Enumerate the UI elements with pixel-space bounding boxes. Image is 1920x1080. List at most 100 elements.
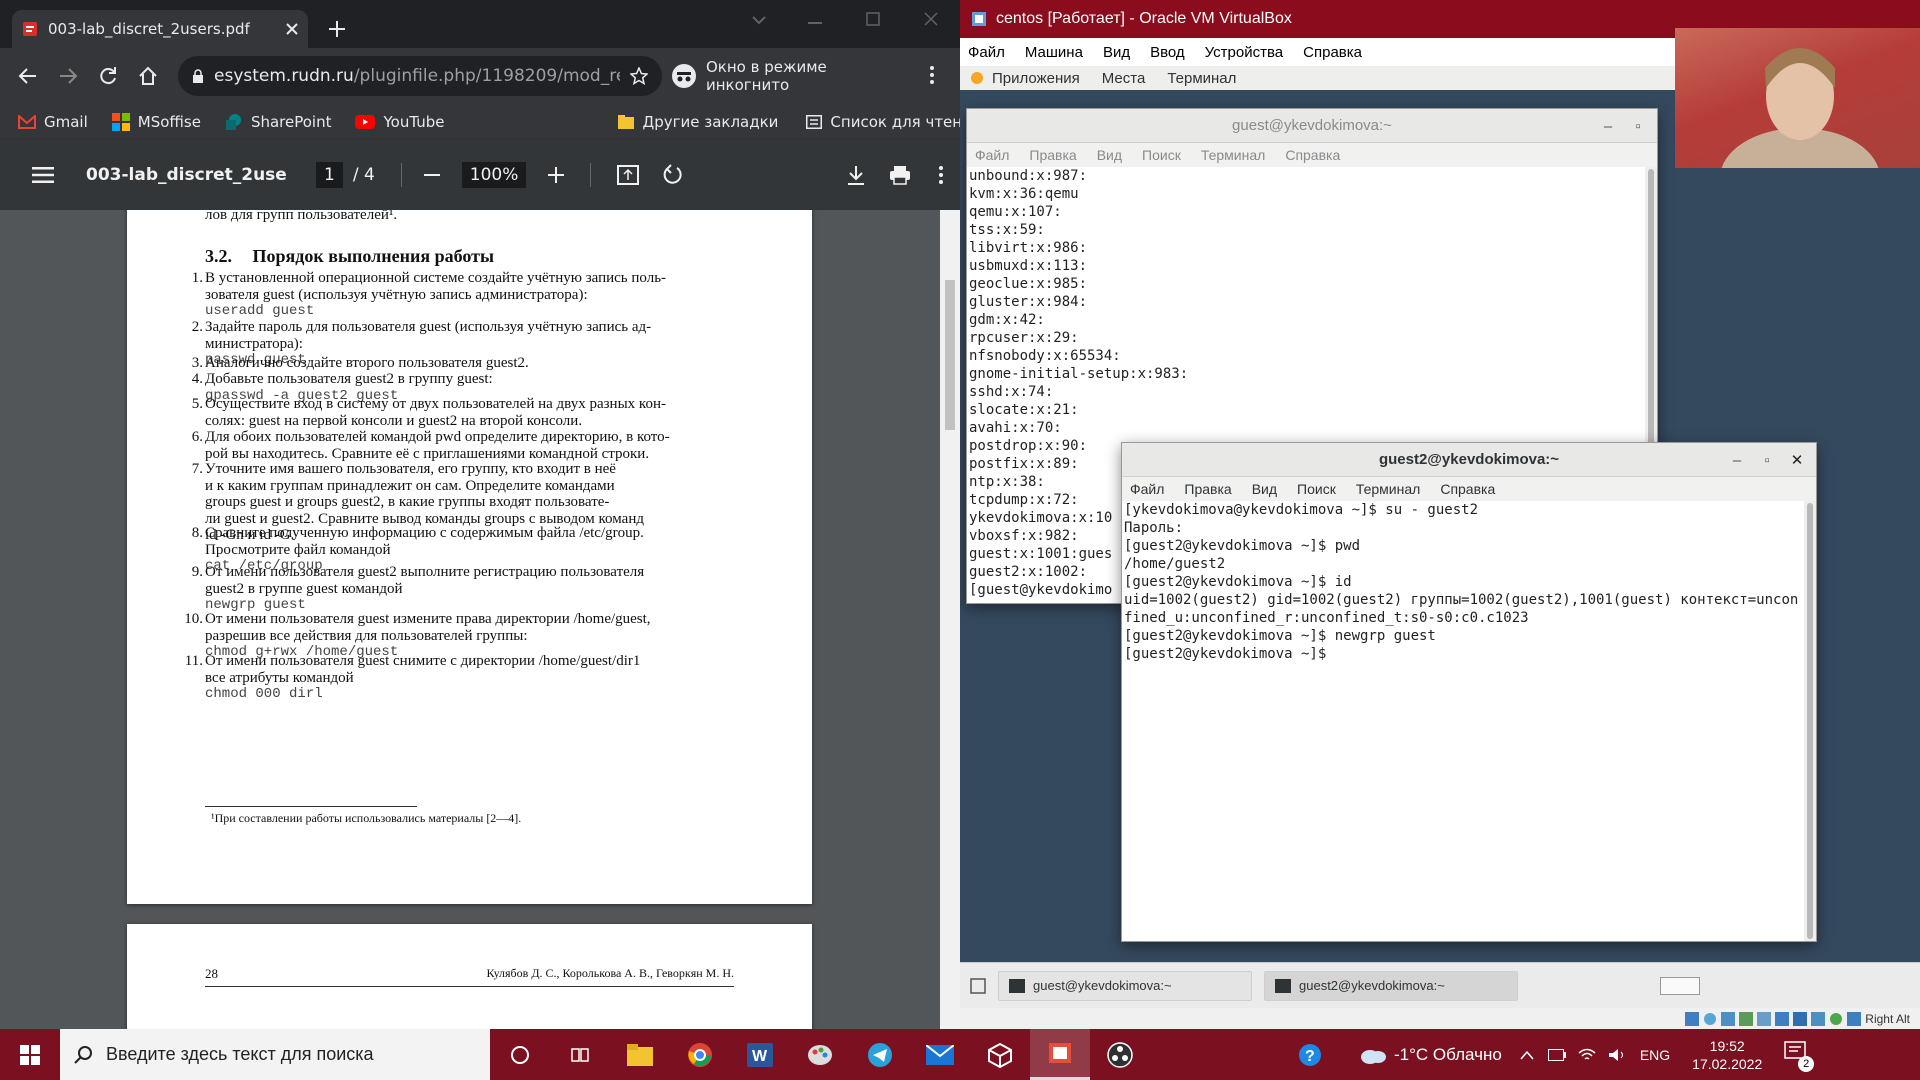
rotate-icon[interactable]: [661, 164, 683, 186]
word-icon[interactable]: W: [730, 1029, 790, 1080]
term-menu-file[interactable]: Файл: [1130, 481, 1164, 497]
language-indicator[interactable]: ENG: [1640, 1047, 1670, 1063]
page-number-input[interactable]: 1: [316, 162, 343, 188]
start-button[interactable]: [0, 1029, 60, 1080]
lock-icon: [192, 69, 204, 83]
list-item-text: министратора):: [205, 335, 303, 352]
task-terminal-guest2[interactable]: guest2@ykevdokimova:~: [1264, 970, 1518, 1001]
scroll-thumb[interactable]: [1807, 503, 1813, 939]
virtualbox-taskbar-icon[interactable]: [1030, 1029, 1090, 1080]
telegram-icon[interactable]: [850, 1029, 910, 1080]
chrome-icon[interactable]: [670, 1029, 730, 1080]
menu-machine[interactable]: Машина: [1025, 44, 1083, 61]
cube-app-icon[interactable]: [970, 1029, 1030, 1080]
bookmark-youtube[interactable]: YouTube: [355, 113, 444, 131]
pdf-scrollbar[interactable]: [940, 210, 960, 1029]
terminal-menubar: Файл Правка Вид Поиск Терминал Справка: [1122, 477, 1816, 501]
term-menu-help[interactable]: Справка: [1285, 147, 1340, 163]
bookmark-label: MSoffise: [137, 113, 201, 131]
chrome-tab[interactable]: 003-lab_discret_2users.pdf: [12, 10, 308, 48]
bookmark-gmail[interactable]: Gmail: [18, 113, 88, 131]
file-explorer-icon[interactable]: [610, 1029, 670, 1080]
reading-list[interactable]: Список для чтения: [806, 113, 960, 131]
list-item-number: 11.: [184, 653, 203, 669]
minimize-icon[interactable]: [808, 22, 822, 24]
wifi-icon[interactable]: [1578, 1048, 1596, 1062]
term-menu-view[interactable]: Вид: [1097, 147, 1122, 163]
volume-icon[interactable]: [1608, 1048, 1626, 1062]
hamburger-menu-icon[interactable]: [32, 167, 54, 183]
weather-widget[interactable]: -1°C Облачно: [1360, 1045, 1502, 1065]
more-options-icon[interactable]: [939, 166, 944, 184]
mail-icon[interactable]: [910, 1029, 970, 1080]
chrome-menu-icon[interactable]: [930, 66, 934, 84]
chrome-toolbar: esystem.rudn.ru/pluginfile.php/1198209/m…: [0, 48, 960, 104]
term-menu-edit[interactable]: Правка: [1184, 481, 1231, 497]
term-menu-view[interactable]: Вид: [1252, 481, 1277, 497]
scroll-thumb[interactable]: [945, 280, 955, 430]
paint-icon[interactable]: [790, 1029, 850, 1080]
menu-devices[interactable]: Устройства: [1205, 44, 1283, 61]
chevron-up-icon[interactable]: [1520, 1050, 1534, 1060]
clock[interactable]: 19:52 17.02.2022: [1692, 1037, 1762, 1073]
term-menu-terminal[interactable]: Терминал: [1356, 481, 1420, 497]
cortana-icon[interactable]: [490, 1029, 550, 1080]
gnome-menu-places[interactable]: Места: [1102, 70, 1146, 87]
tab-search-icon[interactable]: [752, 16, 766, 26]
help-icon[interactable]: ?: [1280, 1029, 1340, 1080]
term-menu-search[interactable]: Поиск: [1142, 147, 1181, 163]
bookmark-msoffise[interactable]: MSoffise: [111, 113, 201, 131]
recording-icon: [1811, 1011, 1826, 1026]
close-icon[interactable]: ✕: [1782, 443, 1812, 477]
address-bar[interactable]: esystem.rudn.ru/pluginfile.php/1198209/m…: [178, 56, 662, 96]
star-icon[interactable]: [630, 67, 648, 85]
gnome-menu-terminal[interactable]: Терминал: [1167, 70, 1236, 87]
zoom-out-icon[interactable]: [423, 174, 440, 176]
print-icon[interactable]: [889, 165, 911, 185]
bookmark-sharepoint[interactable]: SharePoint: [225, 113, 331, 131]
battery-icon[interactable]: [1547, 1048, 1566, 1061]
gnome-menu-applications[interactable]: Приложения: [992, 70, 1080, 87]
task-terminal-guest[interactable]: guest@ykevdokimova:~: [998, 970, 1252, 1001]
terminal-guest2-window[interactable]: guest2@ykevdokimova:~ – ▫ ✕ Файл Правка …: [1121, 442, 1817, 942]
term-menu-help[interactable]: Справка: [1440, 481, 1495, 497]
forward-icon[interactable]: [58, 66, 78, 86]
maximize-icon[interactable]: [866, 12, 880, 26]
minimize-icon[interactable]: –: [1593, 109, 1623, 143]
obs-icon[interactable]: [1090, 1029, 1150, 1080]
menu-view[interactable]: Вид: [1103, 44, 1130, 61]
term-menu-terminal[interactable]: Терминал: [1201, 147, 1265, 163]
fit-page-icon[interactable]: [617, 165, 640, 185]
menu-file[interactable]: Файл: [968, 44, 1005, 61]
menu-input[interactable]: Ввод: [1150, 44, 1185, 61]
terminal-titlebar[interactable]: guest@ykevdokimova:~: [967, 109, 1657, 143]
maximize-icon[interactable]: ▫: [1623, 109, 1653, 143]
menu-help[interactable]: Справка: [1303, 44, 1362, 61]
term-menu-search[interactable]: Поиск: [1297, 481, 1336, 497]
maximize-icon[interactable]: ▫: [1752, 443, 1782, 477]
close-window-icon[interactable]: [924, 12, 938, 26]
incognito-chip[interactable]: Окно в режиме инкогнито: [672, 56, 908, 96]
new-tab-icon[interactable]: [328, 20, 346, 38]
incognito-label: Окно в режиме инкогнито: [706, 58, 827, 94]
terminal-scrollbar[interactable]: [1804, 501, 1816, 941]
terminal-output[interactable]: [ykevdokimova@ykevdokimova ~]$ su - gues…: [1124, 501, 1802, 941]
notification-center-button[interactable]: 2: [1784, 1041, 1815, 1072]
terminal-titlebar[interactable]: guest2@ykevdokimova:~: [1122, 443, 1816, 477]
back-icon[interactable]: [18, 66, 38, 86]
term-menu-edit[interactable]: Правка: [1029, 147, 1076, 163]
term-menu-file[interactable]: Файл: [975, 147, 1009, 163]
minimize-icon[interactable]: –: [1722, 443, 1752, 477]
workspace-switcher[interactable]: [1660, 976, 1700, 995]
windows-search-box[interactable]: Введите здесь текст для поиска: [60, 1029, 490, 1080]
reload-icon[interactable]: [98, 66, 118, 86]
zoom-input[interactable]: 100%: [461, 162, 527, 188]
zoom-in-icon[interactable]: [548, 167, 565, 183]
other-bookmarks[interactable]: Другие закладки: [618, 113, 778, 131]
home-icon[interactable]: [138, 66, 158, 86]
task-view-icon[interactable]: [550, 1029, 610, 1080]
close-tab-icon[interactable]: [286, 23, 298, 35]
pdf-viewport[interactable]: лов для групп пользователей¹. 3.2. Поряд…: [0, 210, 960, 1029]
show-desktop-icon[interactable]: [970, 977, 986, 994]
download-icon[interactable]: [847, 165, 865, 185]
